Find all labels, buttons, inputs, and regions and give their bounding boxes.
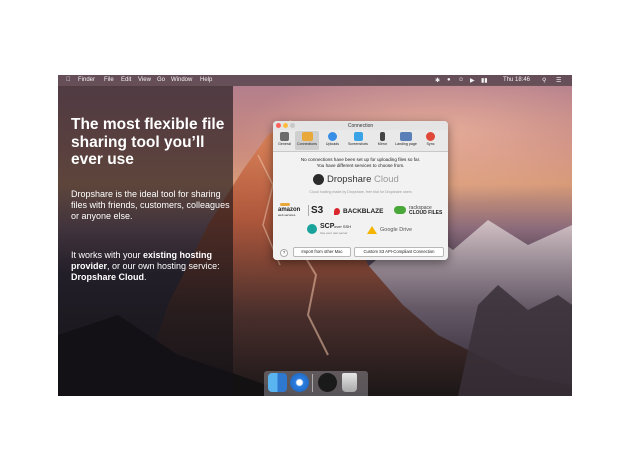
dropshare-dock-icon[interactable] [318,373,337,392]
amazon-web-services-text: web services [278,213,296,217]
backblaze-flame-icon [334,208,340,215]
marketing-panel: The most flexible file sharing tool you’… [58,86,233,396]
tab-screenshots[interactable]: Screenshots [346,131,370,150]
description-paragraph: Dropshare is the ideal tool for sharing … [71,189,230,222]
rackspace-cloud-icon [394,206,406,214]
tab-landing-page[interactable]: Landing page [393,131,419,150]
dock [264,371,368,396]
upload-cloud-icon [328,132,337,141]
google-drive-icon [367,226,377,234]
window-titlebar: Connection [273,121,448,130]
notification-center-icon[interactable]: ☰ [556,77,561,84]
cloud-files-text: CLOUD FILES [409,210,443,216]
menu-view[interactable]: View [138,77,151,83]
headline: The most flexible file sharing tool you’… [71,116,225,168]
tab-sync-label: Sync [426,142,435,146]
tab-connections-label: Connections [297,142,317,146]
hosting-middle: , or our own hosting service: [107,261,220,272]
sync-icon [426,132,435,141]
dropshare-cloud-subtitle: Cloud hosting made by Dropshare, free tr… [309,190,412,194]
connections-pane: No connections have been set up for uplo… [273,152,448,260]
amazon-cube-icon [280,203,290,206]
screenshot-icon [353,132,363,141]
dropshare-cloud-light: Cloud [371,174,399,185]
phone-icon [380,132,385,141]
tab-connections[interactable]: Connections [295,131,319,150]
tab-uploads-label: Uploads [325,142,340,146]
tab-sync[interactable]: Sync [421,131,440,150]
dropshare-drop-icon [313,174,324,185]
drive-text: Drive [397,227,413,233]
hosting-paragraph: It works with your existing hosting prov… [71,250,231,284]
tab-general-label: General [278,142,291,146]
wifi-icon[interactable]: ☺ [458,77,464,83]
spotlight-icon[interactable]: ⚲ [542,77,546,84]
menu-bar:  Finder File Edit View Go Window Help ✱… [58,75,572,86]
tab-uploads[interactable]: Uploads [323,131,342,150]
sliders-icon [280,132,289,141]
tab-screenshots-label: Screenshots [348,142,368,146]
help-button[interactable]: ? [280,249,288,257]
google-drive-wordmark: Google Drive [380,227,412,233]
bluetooth-icon[interactable]: ✱ [435,77,440,84]
menu-file[interactable]: File [104,77,114,83]
safari-icon[interactable] [290,373,309,392]
finder-icon[interactable] [268,373,287,392]
battery-icon[interactable]: ▮▮ [481,77,488,84]
empty-message-line2: You have different services to choose fr… [316,163,405,168]
menu-window[interactable]: Window [171,77,192,83]
volume-icon[interactable]: ▶ [470,77,475,84]
tab-landing-page-label: Landing page [395,142,417,146]
dropshare-cloud-bold: Dropshare [327,174,372,185]
window-title: Connection [347,122,374,129]
custom-s3-button[interactable]: Custom S3 API-Compliant Connection [354,247,444,257]
s3-label: S3 [308,205,323,216]
dropshare-cloud-wordmark: Dropshare Cloud [327,174,399,185]
menu-go[interactable]: Go [157,77,165,83]
empty-message-line1: No connections have been set up for uplo… [300,157,421,162]
hosting-suffix: . [144,272,147,283]
hosting-bold-cloud: Dropshare Cloud [71,272,145,283]
apple-icon[interactable]:  [66,77,71,83]
dock-divider [312,374,313,392]
tab-general[interactable]: General [275,131,294,150]
trash-icon[interactable] [342,373,357,392]
menu-help[interactable]: Help [200,77,212,83]
connection-window: Connection General Connections Uploads S… [273,121,448,260]
menubar-clock[interactable]: Thu 18:46 [503,77,530,83]
menu-edit[interactable]: Edit [121,77,131,83]
import-from-mac-button[interactable]: Import from other Mac [293,247,351,257]
preferences-toolbar: General Connections Uploads Screenshots … [273,130,448,152]
dropshare-cloud-option[interactable]: Dropshare Cloud [313,173,413,187]
google-text: Google [380,227,398,233]
scp-label: SCP [320,223,335,230]
landing-page-icon [400,132,412,141]
cloud-server-icon [301,132,313,141]
tab-mirror-label: Mirror [377,142,388,146]
scp-icon [307,224,317,234]
scp-subtitle: Use your own server [320,231,348,235]
backblaze-wordmark: BACKBLAZE [343,208,384,215]
hosting-prefix: It works with your [71,250,144,260]
tab-mirror[interactable]: Mirror [373,131,392,150]
dropshare-menubar-icon[interactable]: ● [447,77,451,83]
menu-finder[interactable]: Finder [78,77,95,83]
scp-over-ssh: over SSH [334,224,352,229]
